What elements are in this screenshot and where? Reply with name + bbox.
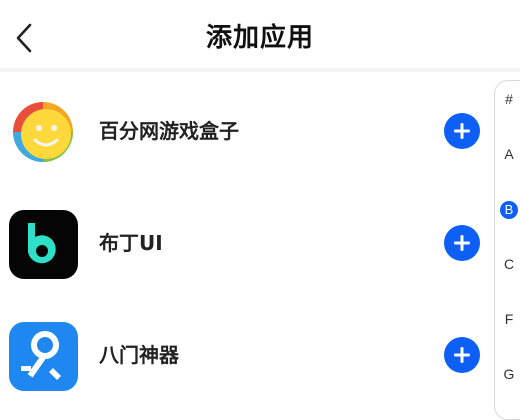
index-letter-g[interactable]: G <box>495 365 520 383</box>
app-name: 百分网游戏盒子 <box>99 119 239 143</box>
list-item-app[interactable]: 百分网游戏盒子 <box>0 76 490 188</box>
baifen-game-box-icon <box>9 98 78 167</box>
app-name: 八门神器 <box>99 343 179 367</box>
buding-ui-icon <box>9 210 78 279</box>
bamen-tool-icon <box>9 322 78 391</box>
index-letter-hash[interactable]: # <box>495 90 520 108</box>
plus-icon <box>454 235 470 251</box>
index-letter-c[interactable]: C <box>495 255 520 273</box>
alphabet-index-bar[interactable]: # A B C F G <box>494 80 520 420</box>
plus-icon <box>454 347 470 363</box>
index-letter-a[interactable]: A <box>495 145 520 163</box>
header-bar: 添加应用 <box>0 0 520 72</box>
add-app-button[interactable] <box>444 225 480 261</box>
app-name: 布丁UI <box>99 231 163 255</box>
add-app-button[interactable] <box>444 337 480 373</box>
list-item-app[interactable]: 八门神器 <box>0 300 490 412</box>
index-letter-f[interactable]: F <box>495 310 520 328</box>
index-letter-b[interactable]: B <box>495 200 520 219</box>
app-list: 百分网游戏盒子 布丁UI 八门神器 <box>0 76 490 412</box>
page-title: 添加应用 <box>205 23 314 53</box>
plus-icon <box>454 123 470 139</box>
index-letter-b-label: B <box>500 201 518 219</box>
list-item-app[interactable]: 布丁UI <box>0 188 490 300</box>
add-app-button[interactable] <box>444 113 480 149</box>
